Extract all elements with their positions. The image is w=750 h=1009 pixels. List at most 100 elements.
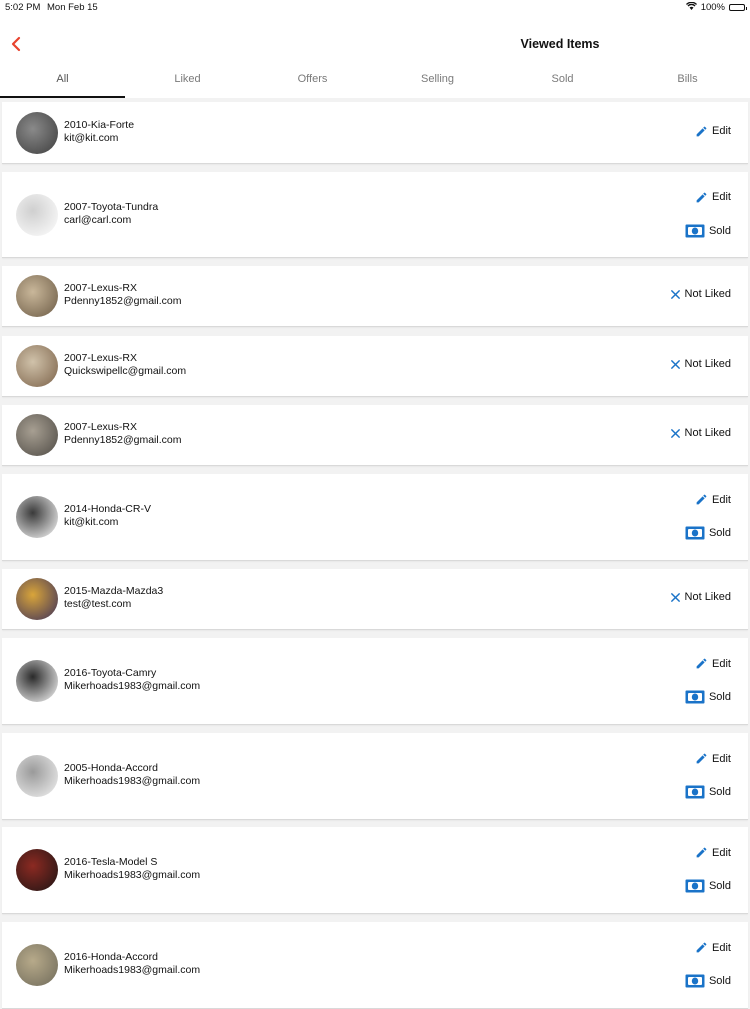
- item-thumbnail: [16, 345, 58, 387]
- tab-bar: All Liked Offers Selling Sold Bills: [0, 62, 750, 98]
- item-email: Pdenny1852@gmail.com: [64, 434, 182, 446]
- edit-label: Edit: [712, 941, 731, 954]
- item-thumbnail: [16, 496, 58, 538]
- edit-button[interactable]: Edit: [695, 191, 731, 204]
- money-icon: [685, 974, 705, 988]
- edit-label: Edit: [712, 493, 731, 506]
- edit-button[interactable]: Edit: [695, 941, 731, 954]
- list-item[interactable]: 2007-Lexus-RX Pdenny1852@gmail.com Not Lik…: [2, 405, 748, 466]
- not-liked-label: Not Liked: [684, 358, 731, 370]
- edit-label: Edit: [712, 191, 731, 203]
- item-title: 2016-Tesla-Model S: [64, 856, 158, 868]
- item-info: 2014-Honda-CR-V kit@kit.com: [64, 503, 151, 529]
- edit-label: Edit: [712, 846, 731, 859]
- not-liked-button[interactable]: Not Liked: [670, 427, 731, 439]
- not-liked-label: Not Liked: [684, 288, 731, 300]
- page-title: Viewed Items: [520, 37, 600, 51]
- pencil-icon: [695, 191, 708, 204]
- pencil-icon: [695, 125, 708, 138]
- item-email: kit@kit.com: [64, 131, 119, 144]
- tab-selling[interactable]: Selling: [375, 62, 500, 98]
- sold-button[interactable]: Sold: [685, 785, 731, 799]
- edit-button[interactable]: Edit: [695, 493, 731, 506]
- list-item[interactable]: 2007-Toyota-Tundra carl@carl.com Edit Sold: [2, 172, 748, 258]
- wifi-icon: [685, 1, 697, 13]
- item-title: 2016-Honda-Accord: [64, 951, 158, 963]
- sold-button[interactable]: Sold: [685, 974, 731, 988]
- status-time: 5:02 PM: [5, 2, 41, 13]
- tab-sold[interactable]: Sold: [500, 62, 625, 98]
- money-icon: [685, 690, 705, 704]
- close-icon: [670, 428, 681, 439]
- sold-label: Sold: [708, 527, 731, 539]
- list-item[interactable]: 2010-Kia-Forte kit@kit.com Edit: [2, 102, 748, 164]
- not-liked-button[interactable]: Not Liked: [670, 288, 731, 300]
- pencil-icon: [695, 493, 708, 506]
- not-liked-button[interactable]: Not Liked: [670, 591, 731, 603]
- money-icon: [685, 785, 705, 799]
- list-item[interactable]: 2016-Tesla-Model S Mikerhoads1983@gmail.c…: [2, 827, 748, 914]
- sold-button[interactable]: Sold: [685, 690, 731, 704]
- pencil-icon: [695, 752, 708, 765]
- money-icon: [685, 224, 705, 238]
- list-item[interactable]: 2005-Honda-Accord Mikerhoads1983@gmail.co…: [2, 733, 748, 820]
- item-email: Mikerhoads1983@gmail.com: [64, 775, 201, 787]
- item-email: Mikerhoads1983@gmail.com: [64, 964, 201, 976]
- battery-icon: [729, 4, 747, 11]
- sold-button[interactable]: Sold: [685, 224, 731, 238]
- item-title: 2007-Lexus-RX: [64, 352, 137, 364]
- item-thumbnail: [16, 578, 58, 620]
- sold-label: Sold: [708, 224, 731, 237]
- edit-button[interactable]: Edit: [695, 657, 731, 670]
- status-indicators: 100%: [685, 1, 747, 13]
- edit-button[interactable]: Edit: [695, 752, 731, 765]
- item-info: 2010-Kia-Forte kit@kit.com: [64, 119, 134, 145]
- item-email: kit@kit.com: [64, 516, 119, 528]
- tab-all[interactable]: All: [0, 62, 125, 98]
- edit-button[interactable]: Edit: [695, 846, 731, 859]
- edit-label: Edit: [712, 125, 731, 137]
- item-email: Mikerhoads1983@gmail.com: [64, 869, 201, 881]
- sold-label: Sold: [708, 975, 731, 987]
- item-thumbnail: [16, 755, 58, 797]
- item-info: 2016-Honda-Accord Mikerhoads1983@gmail.co…: [64, 951, 200, 977]
- item-thumbnail: [16, 193, 58, 236]
- item-title: 2015-Mazda-Mazda3: [64, 585, 164, 597]
- item-email: Pdenny1852@gmail.com: [64, 295, 182, 307]
- item-info: 2016-Tesla-Model S Mikerhoads1983@gmail.c…: [64, 856, 200, 882]
- item-email: test@test.com: [64, 598, 132, 610]
- item-title: 2005-Honda-Accord: [64, 762, 158, 774]
- sold-label: Sold: [708, 880, 731, 892]
- item-thumbnail: [16, 660, 58, 702]
- item-info: 2007-Toyota-Tundra carl@carl.com: [64, 201, 158, 227]
- item-thumbnail: [16, 275, 58, 317]
- list-item[interactable]: 2016-Honda-Accord Mikerhoads1983@gmail.co…: [2, 922, 748, 1009]
- item-email: Quickswipellc@gmail.com: [64, 365, 187, 377]
- item-title: 2007-Toyota-Tundra: [64, 200, 159, 213]
- list-item[interactable]: 2014-Honda-CR-V kit@kit.com Edit Sold: [2, 474, 748, 561]
- item-info: 2005-Honda-Accord Mikerhoads1983@gmail.co…: [64, 762, 200, 788]
- item-email: carl@carl.com: [64, 213, 132, 226]
- item-thumbnail: [16, 111, 58, 154]
- edit-label: Edit: [712, 657, 731, 670]
- navigation-bar: Viewed Items: [0, 16, 750, 63]
- list-item[interactable]: 2007-Lexus-RX Quickswipellc@gmail.com Not …: [2, 336, 748, 397]
- not-liked-label: Not Liked: [684, 591, 731, 603]
- list-item[interactable]: 2015-Mazda-Mazda3 test@test.com Not Liked: [2, 569, 748, 630]
- item-title: 2010-Kia-Forte: [64, 118, 135, 131]
- tab-offers[interactable]: Offers: [250, 62, 375, 98]
- edit-button[interactable]: Edit: [695, 125, 731, 138]
- money-icon: [685, 526, 705, 540]
- not-liked-button[interactable]: Not Liked: [670, 358, 731, 370]
- list-item[interactable]: 2016-Toyota-Camry Mikerhoads1983@gmail.co…: [2, 638, 748, 725]
- sold-button[interactable]: Sold: [685, 526, 731, 540]
- close-icon: [670, 359, 681, 370]
- tab-bills[interactable]: Bills: [625, 62, 750, 98]
- list-item[interactable]: 2007-Lexus-RX Pdenny1852@gmail.com Not Lik…: [2, 266, 748, 327]
- item-title: 2014-Honda-CR-V: [64, 503, 151, 515]
- sold-button[interactable]: Sold: [685, 879, 731, 893]
- tab-liked[interactable]: Liked: [125, 62, 250, 98]
- item-thumbnail: [16, 944, 58, 986]
- sold-label: Sold: [708, 691, 731, 703]
- item-info: 2016-Toyota-Camry Mikerhoads1983@gmail.co…: [64, 667, 200, 693]
